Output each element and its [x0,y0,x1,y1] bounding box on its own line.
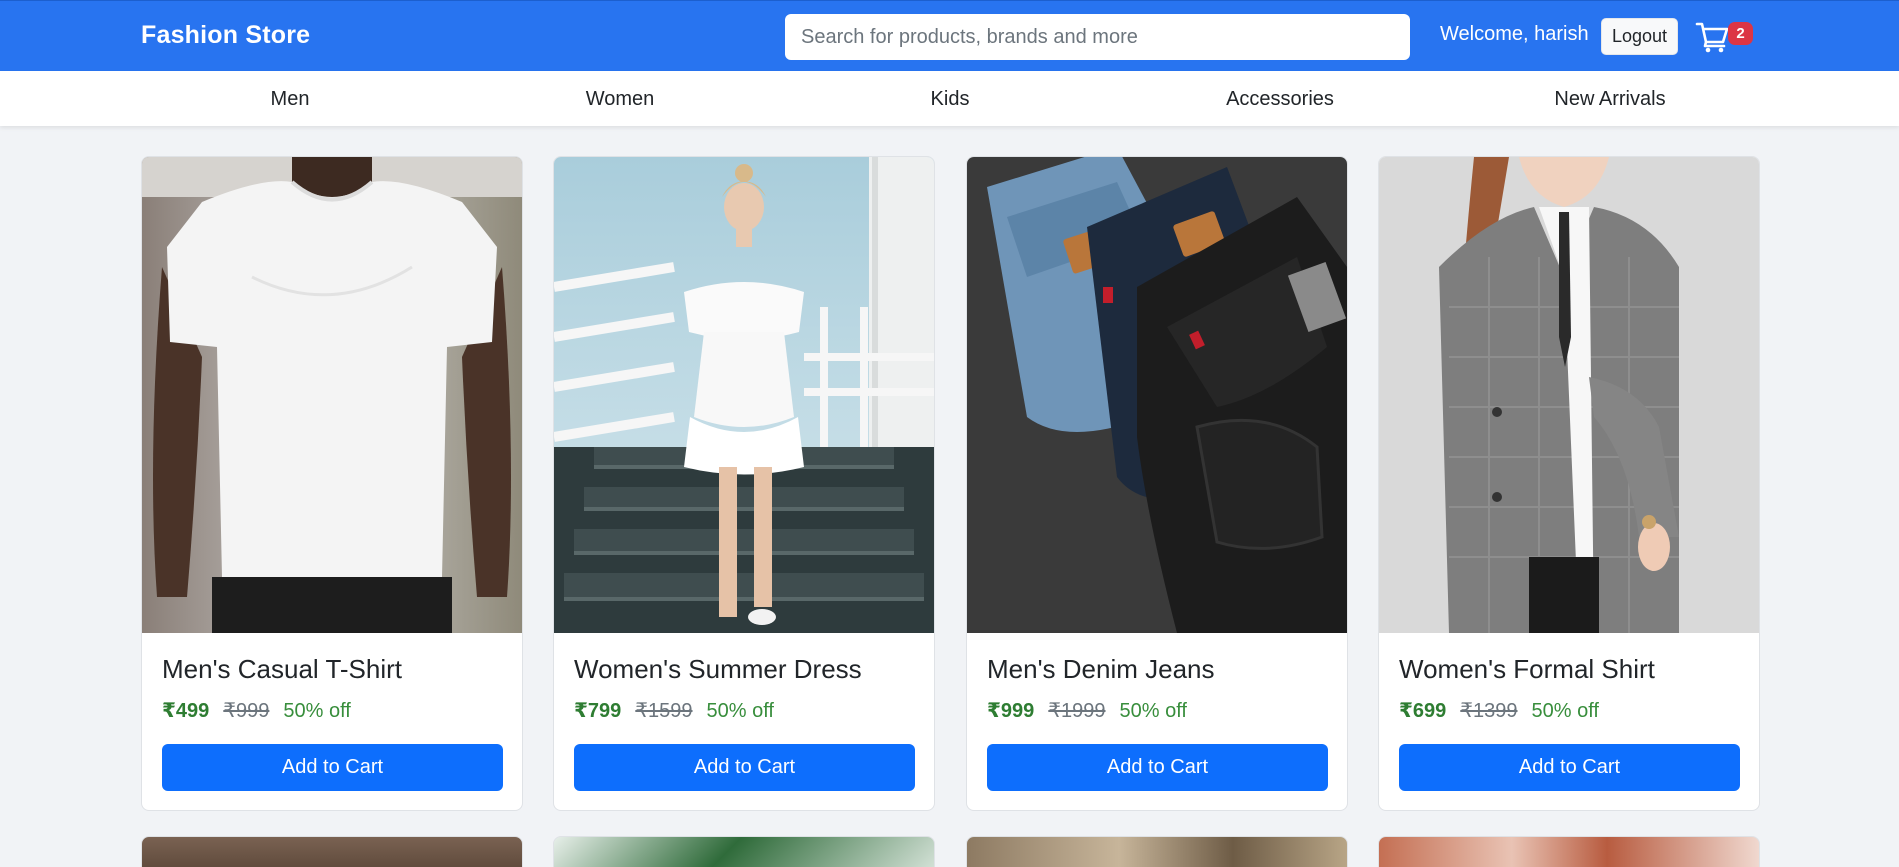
product-prices: ₹999 ₹1999 50% off [987,698,1187,723]
product-price: ₹499 [162,700,210,722]
category-men[interactable]: Men [271,88,310,111]
product-card: Women's Formal Shirt ₹699 ₹1399 50% off Ad… [1378,156,1760,811]
product-prices: ₹699 ₹1399 50% off [1399,698,1599,723]
product-image[interactable] [554,157,934,633]
add-to-cart-button[interactable]: Add to Cart [987,744,1328,791]
product-discount: 50% off [283,700,351,722]
product-card-peek[interactable] [966,836,1348,867]
cart-count-badge: 2 [1728,22,1753,45]
product-original-price: ₹1399 [1460,700,1518,722]
product-image[interactable] [1379,157,1759,633]
category-new-arrivals[interactable]: New Arrivals [1554,88,1665,111]
product-title[interactable]: Men's Denim Jeans [987,654,1215,685]
category-kids[interactable]: Kids [931,88,970,111]
product-title[interactable]: Men's Casual T-Shirt [162,654,402,685]
product-price: ₹999 [987,700,1035,722]
product-prices: ₹499 ₹999 50% off [162,698,351,723]
product-discount: 50% off [706,700,774,722]
product-price: ₹799 [574,700,622,722]
product-original-price: ₹1599 [635,700,693,722]
product-discount: 50% off [1531,700,1599,722]
top-navbar: Fashion Store Search for products, brand… [0,0,1899,71]
add-to-cart-button[interactable]: Add to Cart [1399,744,1740,791]
product-title[interactable]: Women's Summer Dress [574,654,862,685]
product-prices: ₹799 ₹1599 50% off [574,698,774,723]
product-card: Women's Summer Dress ₹799 ₹1599 50% off Ad… [553,156,935,811]
category-accessories[interactable]: Accessories [1226,88,1334,111]
add-to-cart-button[interactable]: Add to Cart [574,744,915,791]
product-card: Men's Casual T-Shirt ₹499 ₹999 50% off Add… [141,156,523,811]
product-card: Men's Denim Jeans ₹999 ₹1999 50% off Add t… [966,156,1348,811]
search-input[interactable]: Search for products, brands and more [785,14,1410,60]
product-image[interactable] [967,157,1347,633]
logout-button[interactable]: Logout [1601,18,1678,55]
welcome-text: Welcome, harish [1440,23,1589,45]
product-original-price: ₹1999 [1048,700,1106,722]
shopping-cart-icon[interactable] [1695,21,1729,53]
product-card-peek[interactable] [553,836,935,867]
product-title[interactable]: Women's Formal Shirt [1399,654,1655,685]
product-card-peek[interactable] [1378,836,1760,867]
search-placeholder: Search for products, brands and more [801,25,1138,48]
add-to-cart-button[interactable]: Add to Cart [162,744,503,791]
category-women[interactable]: Women [586,88,655,111]
category-nav: Men Women Kids Accessories New Arrivals [0,71,1899,126]
product-original-price: ₹999 [223,700,270,722]
product-card-peek[interactable] [141,836,523,867]
product-discount: 50% off [1119,700,1187,722]
product-image[interactable] [142,157,522,633]
brand-logo[interactable]: Fashion Store [141,21,310,50]
product-price: ₹699 [1399,700,1447,722]
